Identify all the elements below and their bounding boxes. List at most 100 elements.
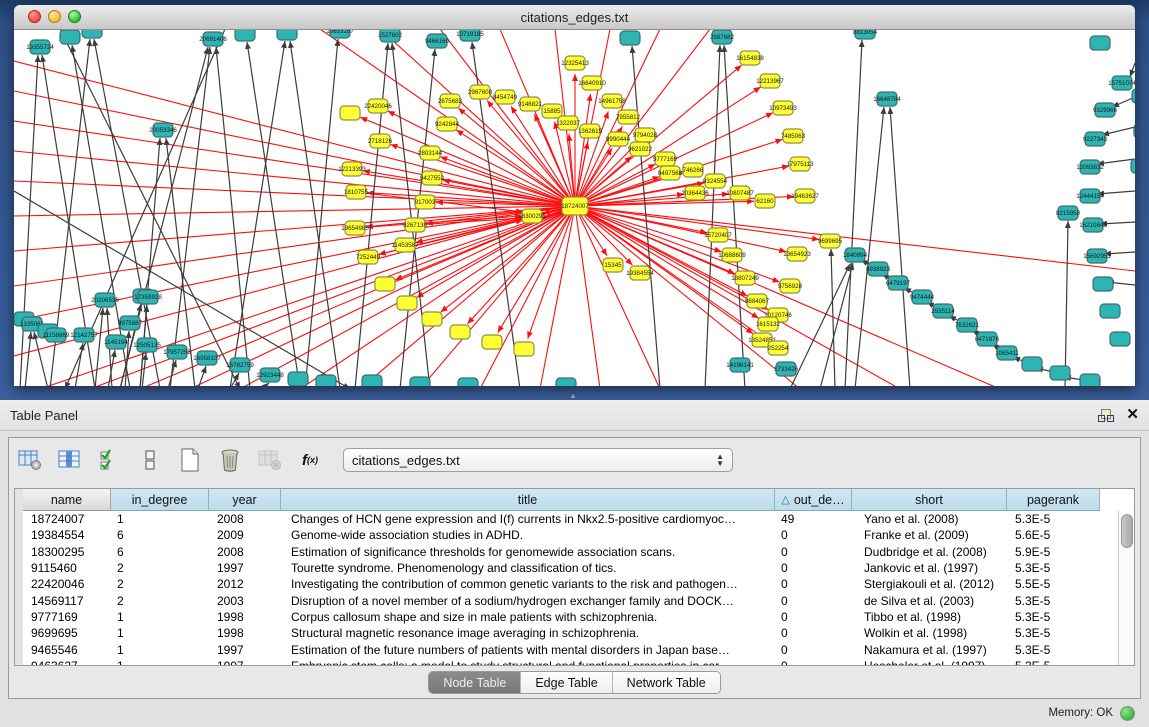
table-row[interactable]: 946362711997Embryonic stem cells: a mode… [23, 658, 1134, 666]
column-header-pagerank[interactable]: pagerank [1007, 489, 1100, 511]
graph-node[interactable] [397, 296, 417, 310]
graph-node-label: 7252449 [356, 254, 381, 261]
table-row[interactable]: 1938455462009Genome-wide association stu… [23, 527, 1134, 543]
cell-name: 22420046 [23, 577, 111, 591]
graph-node[interactable] [316, 375, 336, 386]
column-header-in_degree[interactable]: in_degree [111, 489, 209, 511]
graph-node-label: 8471876 [975, 336, 1000, 343]
graph-node-label: 917003 [415, 199, 436, 206]
graph-node[interactable] [1090, 36, 1110, 50]
minimize-button[interactable] [48, 10, 61, 23]
graph-node-label: 20053346 [149, 127, 177, 134]
graph-node[interactable] [235, 30, 255, 41]
cell-name: 18300295 [23, 545, 111, 559]
tab-network-table[interactable]: Network Table [613, 672, 720, 693]
cell-pagerank: 5.3E-5 [1007, 643, 1100, 657]
graph-node-label: 9466160 [425, 38, 450, 45]
graph-node[interactable] [1110, 332, 1130, 346]
column-header-title[interactable]: title [281, 489, 775, 511]
table-row[interactable]: 2242004622012Investigating the contribut… [23, 576, 1134, 592]
table-row[interactable]: 946554611997Estimation of the future num… [23, 641, 1134, 657]
graph-node[interactable] [1132, 89, 1135, 103]
tab-node-table[interactable]: Node Table [429, 672, 521, 693]
graph-node-label: 19654985 [341, 225, 369, 232]
new-table-icon[interactable] [177, 447, 203, 473]
graph-node[interactable] [60, 30, 80, 44]
graph-node[interactable] [458, 378, 478, 386]
table-tabs-bar: Node TableEdge TableNetwork Table [9, 671, 1140, 694]
close-panel-icon[interactable]: ✕ [1126, 408, 1139, 422]
cell-name: 9777169 [23, 610, 111, 624]
graph-node[interactable] [1093, 277, 1113, 291]
graph-window: citations_edges.txt 19355724206914061065… [14, 5, 1135, 386]
graph-node[interactable] [1100, 304, 1120, 318]
table-source-select[interactable]: citations_edges.txt ▲▼ [343, 448, 733, 472]
graph-node[interactable] [620, 31, 640, 45]
close-button[interactable] [28, 10, 41, 23]
table-row[interactable]: 969969511998Structural magnetic resonanc… [23, 625, 1134, 641]
table-row[interactable]: 1456911722003Disruption of a novel membe… [23, 592, 1134, 608]
delete-table-icon[interactable] [217, 447, 243, 473]
float-panel-icon[interactable] [1098, 409, 1112, 422]
select-columns-icon[interactable] [97, 447, 123, 473]
graph-node-label: 10973493 [769, 105, 797, 112]
table-row[interactable]: 1830029562008Estimation of significance … [23, 544, 1134, 560]
graph-node-label: 8938923 [866, 266, 891, 273]
cell-year: 2012 [209, 577, 281, 591]
graph-node[interactable] [1131, 159, 1135, 173]
graph-node[interactable] [82, 30, 102, 38]
table-row[interactable]: 1872400712008Changes of HCN gene express… [23, 511, 1134, 527]
column-header-out_de[interactable]: △out_de… [775, 489, 852, 511]
cell-in_degree: 1 [111, 610, 209, 624]
graph-node[interactable] [375, 277, 395, 291]
zoom-button[interactable] [68, 10, 81, 23]
cell-short: Wolkin et al. (1998) [852, 626, 1007, 640]
network-graph[interactable]: 1935572420691406106532871527602946616010… [14, 30, 1135, 386]
scrollbar-thumb[interactable] [1121, 514, 1133, 548]
graph-node[interactable] [514, 342, 534, 356]
column-header-year[interactable]: year [209, 489, 281, 511]
graph-node[interactable] [1022, 357, 1042, 371]
graph-node-label: 1322037 [556, 120, 581, 127]
cell-in_degree: 2 [111, 561, 209, 575]
graph-node[interactable] [450, 325, 470, 339]
cell-short: Tibbo et al. (1998) [852, 610, 1007, 624]
merge-rows-icon[interactable] [137, 447, 163, 473]
graph-node[interactable] [1134, 124, 1135, 138]
graph-node-label: 8813054 [853, 30, 878, 36]
graph-node[interactable] [422, 312, 442, 326]
graph-node[interactable] [340, 106, 360, 120]
graph-node[interactable] [482, 335, 502, 349]
graph-node-label: 9227343 [1083, 136, 1108, 143]
graph-node[interactable] [556, 378, 576, 386]
function-builder-icon[interactable]: f(x) [297, 447, 323, 473]
cell-year: 2009 [209, 528, 281, 542]
window-titlebar[interactable]: citations_edges.txt [14, 5, 1135, 30]
cell-short: de Silva et al. (2003) [852, 594, 1007, 608]
graph-node-label: 17957253 [163, 349, 191, 356]
graph-node[interactable] [1080, 374, 1100, 386]
cell-short: Hescheler et al. (1997) [852, 659, 1007, 666]
table-settings-icon[interactable] [17, 447, 43, 473]
graph-node-label: 18807249 [731, 275, 759, 282]
graph-node[interactable] [410, 377, 430, 386]
graph-node[interactable] [277, 30, 297, 40]
graph-node-label: 20364436 [681, 190, 709, 197]
table-row[interactable]: 977716911998Corpus callosum shape and si… [23, 609, 1134, 625]
tab-edge-table[interactable]: Edge Table [521, 672, 612, 693]
graph-node[interactable] [1050, 366, 1070, 380]
column-header-name[interactable]: name [23, 489, 111, 511]
cell-name: 18724007 [23, 512, 111, 526]
cell-in_degree: 2 [111, 577, 209, 591]
vertical-scrollbar[interactable] [1118, 511, 1134, 665]
network-canvas[interactable]: 1935572420691406106532871527602946616010… [14, 30, 1135, 386]
cell-pagerank: 5.6E-5 [1007, 528, 1100, 542]
graph-node-label: 9242844 [435, 121, 460, 128]
column-header-short[interactable]: short [852, 489, 1007, 511]
graph-node[interactable] [362, 375, 382, 386]
graph-node-label: 10719185 [456, 31, 484, 38]
column-edit-icon[interactable] [57, 447, 83, 473]
cell-short: Dudbridge et al. (2008) [852, 545, 1007, 559]
table-row[interactable]: 911546021997Tourette syndrome. Phenomeno… [23, 560, 1134, 576]
graph-node[interactable] [288, 372, 308, 386]
